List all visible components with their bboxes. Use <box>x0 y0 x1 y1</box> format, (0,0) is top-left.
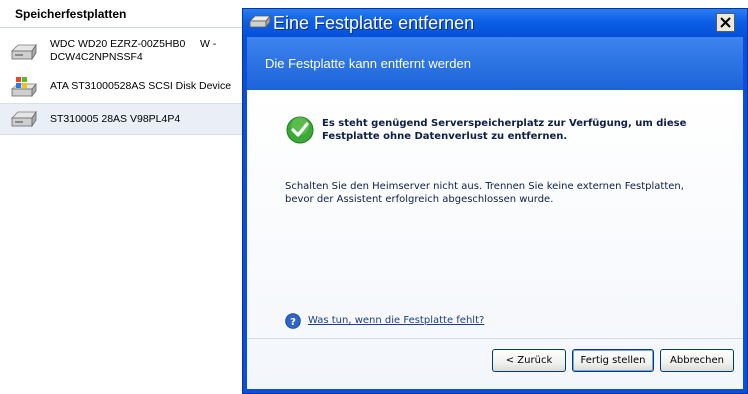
dialog-header-band: Die Festplatte kann entfernt werden <box>247 37 743 90</box>
success-message: Es steht genügend Serverspeicherplatz zu… <box>322 118 687 142</box>
help-question-icon[interactable]: ? <box>285 313 301 329</box>
panel-header: Speicherfestplatten <box>0 0 244 28</box>
disk-list-item[interactable]: ATA ST31000528AS SCSI Disk Device <box>0 71 244 103</box>
disk-label: ATA ST31000528AS SCSI Disk Device <box>50 80 232 92</box>
hard-disk-icon <box>11 110 37 128</box>
close-button[interactable] <box>716 13 735 32</box>
finish-button[interactable]: Fertig stellen <box>572 349 654 372</box>
disk-list-item-selected[interactable]: ST310005 28AS V98PL4P4 <box>0 103 244 135</box>
storage-disks-panel: Speicherfestplatten WDC WD20 EZRZ-00Z5HB… <box>0 0 244 394</box>
hard-disk-icon <box>249 14 271 29</box>
info-message: Schalten Sie den Heimserver nicht aus. T… <box>285 181 684 205</box>
windows-disk-icon <box>10 77 37 98</box>
disk-list-item[interactable]: WDC WD20 EZRZ-00Z5HB0 W - DCW4C2NPNSSF4 <box>0 33 244 71</box>
checkmark-success-icon <box>286 116 314 144</box>
dialog-title: Eine Festplatte entfernen <box>273 13 475 33</box>
back-button[interactable]: < Zurück <box>492 349 566 372</box>
cancel-button[interactable]: Abbrechen <box>660 349 734 372</box>
close-icon <box>720 17 731 28</box>
disk-label: WDC WD20 EZRZ-00Z5HB0 W - DCW4C2NPNSSF4 <box>50 38 220 63</box>
dialog-titlebar[interactable]: Eine Festplatte entfernen <box>243 9 747 37</box>
dialog-content: Es steht genügend Serverspeicherplatz zu… <box>247 90 743 389</box>
button-separator <box>247 338 743 339</box>
help-link[interactable]: Was tun, wenn die Festplatte fehlt? <box>308 315 484 326</box>
hard-disk-icon <box>11 43 37 61</box>
disk-label: ST310005 28AS V98PL4P4 <box>50 113 181 125</box>
svg-text:?: ? <box>290 317 296 328</box>
dialog-subtitle: Die Festplatte kann entfernt werden <box>265 56 471 71</box>
remove-disk-dialog: Eine Festplatte entfernen Die Festplatte… <box>242 8 748 394</box>
